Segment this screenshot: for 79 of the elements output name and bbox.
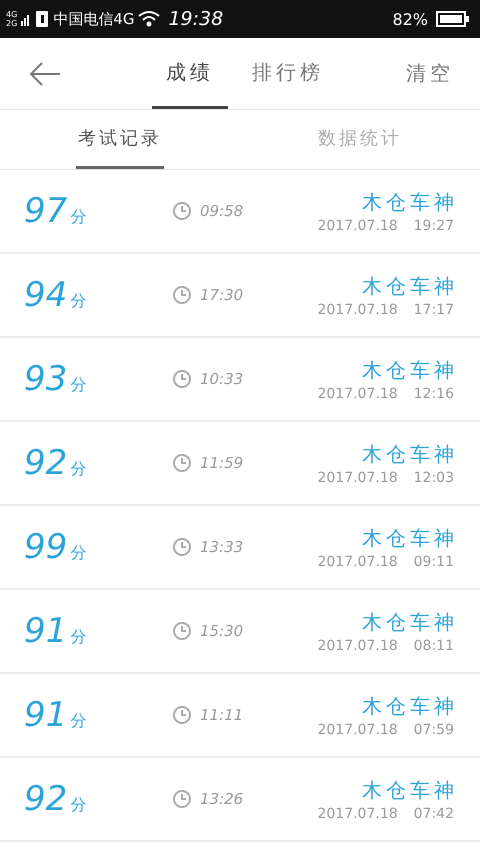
date: 2017.07.18 <box>317 722 398 738</box>
score-unit: 分 <box>70 207 86 228</box>
time: 07:59 <box>414 722 454 738</box>
user-name: 木仓车神 <box>362 440 458 468</box>
back-arrow-icon <box>28 60 62 88</box>
clock-icon <box>172 285 192 305</box>
record-row[interactable]: 99 分 13:33 木仓车神 2017.07.18 09:11 <box>0 506 480 590</box>
score-unit: 分 <box>70 711 86 732</box>
clock-icon <box>172 537 192 557</box>
clock: 19:38 <box>168 8 224 30</box>
date: 2017.07.18 <box>317 638 398 654</box>
date: 2017.07.18 <box>317 470 398 486</box>
duration: 13:26 <box>200 790 244 808</box>
date: 2017.07.18 <box>317 554 398 570</box>
clock-icon <box>172 453 192 473</box>
user-name: 木仓车神 <box>362 692 458 720</box>
duration: 09:58 <box>200 202 244 220</box>
tab[interactable]: 排行榜 <box>238 38 338 109</box>
user-name: 木仓车神 <box>362 356 458 384</box>
user-name: 木仓车神 <box>362 524 458 552</box>
score-unit: 分 <box>70 543 86 564</box>
record-row[interactable]: 93 分 10:33 木仓车神 2017.07.18 12:16 <box>0 338 480 422</box>
duration: 17:30 <box>200 286 244 304</box>
score: 94 <box>24 275 68 315</box>
time: 08:11 <box>414 638 454 654</box>
duration: 11:59 <box>200 454 244 472</box>
date: 2017.07.18 <box>317 386 398 402</box>
user-name: 木仓车神 <box>362 272 458 300</box>
record-row[interactable]: 92 分 11:59 木仓车神 2017.07.18 12:03 <box>0 422 480 506</box>
score-unit: 分 <box>70 627 86 648</box>
user-name: 木仓车神 <box>362 188 458 216</box>
record-row[interactable]: 92 分 13:26 木仓车神 2017.07.18 07:42 <box>0 758 480 842</box>
clock-icon <box>172 621 192 641</box>
clock-icon <box>172 789 192 809</box>
tab[interactable]: 数据统计 <box>316 110 404 169</box>
score: 99 <box>24 527 68 567</box>
record-row[interactable]: 91 分 11:11 木仓车神 2017.07.18 07:59 <box>0 674 480 758</box>
score: 92 <box>24 779 68 819</box>
date: 2017.07.18 <box>317 302 398 318</box>
score-unit: 分 <box>70 375 86 396</box>
duration: 10:33 <box>200 370 244 388</box>
duration: 13:33 <box>200 538 244 556</box>
record-row[interactable]: 91 分 15:30 木仓车神 2017.07.18 08:11 <box>0 590 480 674</box>
date: 2017.07.18 <box>317 806 398 822</box>
sim-icon <box>35 10 50 28</box>
date: 2017.07.18 <box>317 218 398 234</box>
battery-percent: 82% <box>392 10 428 28</box>
time: 09:11 <box>414 554 454 570</box>
score-unit: 分 <box>70 291 86 312</box>
time: 12:03 <box>414 470 454 486</box>
tab[interactable]: 考试记录 <box>76 110 164 169</box>
carrier-label: 中国电信4G <box>53 10 134 28</box>
record-row[interactable]: 94 分 17:30 木仓车神 2017.07.18 17:17 <box>0 254 480 338</box>
time: 12:16 <box>414 386 454 402</box>
score: 93 <box>24 359 68 399</box>
score: 91 <box>24 611 68 651</box>
score-unit: 分 <box>70 795 86 816</box>
tab[interactable]: 成绩 <box>152 38 228 109</box>
clock-icon <box>172 201 192 221</box>
time: 17:17 <box>414 302 454 318</box>
record-row[interactable]: 97 分 09:58 木仓车神 2017.07.18 19:27 <box>0 170 480 254</box>
duration: 15:30 <box>200 622 244 640</box>
battery-icon <box>436 10 470 28</box>
user-name: 木仓车神 <box>362 776 458 804</box>
user-name: 木仓车神 <box>362 608 458 636</box>
duration: 11:11 <box>200 706 244 724</box>
score-unit: 分 <box>70 459 86 480</box>
time: 07:42 <box>414 806 454 822</box>
clear-button[interactable]: 清空 <box>396 38 480 109</box>
time: 19:27 <box>414 218 454 234</box>
score: 97 <box>24 191 68 231</box>
network-label: 4G <box>6 10 18 19</box>
signal-icon <box>21 12 32 26</box>
clock-icon <box>172 705 192 725</box>
wifi-icon <box>138 10 160 28</box>
score: 91 <box>24 695 68 735</box>
network-label: 2G <box>6 19 18 28</box>
clock-icon <box>172 369 192 389</box>
score: 92 <box>24 443 68 483</box>
